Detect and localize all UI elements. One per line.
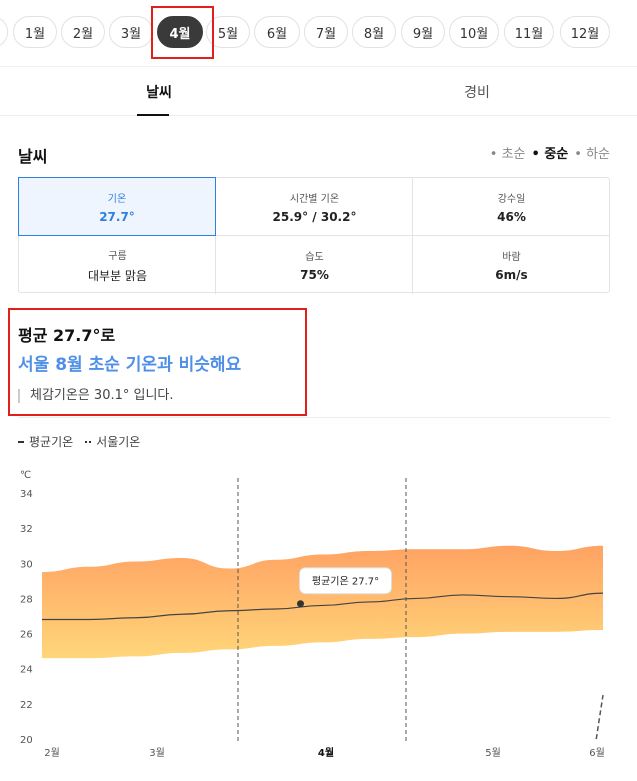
- stat-value: 46%: [497, 210, 526, 224]
- solid-line-swatch: [18, 440, 24, 443]
- highlight-box-month: [151, 6, 214, 59]
- page: 1월 2월 3월 4월 5월 6월 7월 8월 9월 10월 11월 12월 날씨 경비 날씨 • 초…: [0, 0, 637, 781]
- active-tab-indicator: [137, 114, 169, 116]
- stat-label: 시간별 기온: [289, 194, 340, 205]
- weather-stats-grid: 기온 27.7° 시간별 기온 25.9° / 30.2° 강수일 46% 구름…: [18, 177, 610, 294]
- month-chip-3[interactable]: 3월: [109, 16, 153, 48]
- stat-value: 25.9° / 30.2°: [272, 210, 357, 224]
- y-axis-unit: ℃: [20, 470, 31, 481]
- chart-legend: 평균기온 서울기온: [18, 433, 140, 450]
- tab-expense[interactable]: 경비: [318, 67, 636, 117]
- highlight-box-summary: [8, 308, 307, 416]
- month-chip-1[interactable]: 1월: [13, 16, 57, 48]
- tooltip-point: [297, 600, 304, 608]
- y-tick-label: 26: [20, 630, 33, 641]
- stat-value: 27.7°: [99, 209, 135, 224]
- month-chip-9[interactable]: 9월: [401, 16, 445, 48]
- x-tick-label: 2월: [44, 747, 60, 759]
- stat-value: 대부분 맑음: [87, 268, 147, 283]
- month-chip-6[interactable]: 6월: [254, 16, 300, 48]
- temperature-chart: ℃ 34 32 30 28 26 24 22 20 평균기온 27.7° 2월 3월 4월 5월 6월: [20, 470, 605, 759]
- x-tick-label: 5월: [485, 747, 501, 759]
- y-tick-label: 32: [20, 524, 33, 535]
- tab-weather[interactable]: 날씨: [0, 67, 318, 117]
- month-chip-11[interactable]: 11월: [504, 16, 554, 48]
- y-tick-label: 34: [20, 489, 33, 500]
- stat-label: 습도: [305, 252, 324, 263]
- y-tick-label: 28: [20, 594, 33, 605]
- month-chip-10[interactable]: 10월: [449, 16, 499, 48]
- y-tick-label: 24: [20, 665, 33, 676]
- period-selector: • 초순 • 중순 • 하순: [490, 143, 610, 162]
- period-mid[interactable]: • 중순: [532, 143, 569, 162]
- stat-precipitation[interactable]: 강수일 46%: [413, 178, 610, 236]
- month-chip-2[interactable]: 2월: [61, 16, 105, 48]
- stat-humidity[interactable]: 습도 75%: [216, 236, 413, 294]
- divider: [18, 417, 610, 418]
- series-seoul-line: [595, 694, 604, 740]
- x-tick-label: 4월: [318, 747, 334, 759]
- y-tick-label: 20: [20, 735, 33, 746]
- legend-label: 평균기온: [29, 435, 74, 449]
- month-chip-7[interactable]: 7월: [304, 16, 348, 48]
- x-tick-label: 6월: [589, 747, 605, 759]
- stat-label: 구름: [108, 250, 127, 262]
- section-title: 날씨: [18, 147, 48, 166]
- y-tick-label: 22: [20, 700, 33, 711]
- stat-cloud[interactable]: 구름 대부분 맑음: [19, 236, 216, 294]
- legend-average: 평균기온: [18, 433, 73, 450]
- stat-value: 6m/s: [495, 268, 528, 282]
- stat-temperature[interactable]: 기온 27.7°: [18, 177, 216, 236]
- month-chip-8[interactable]: 8월: [352, 16, 396, 48]
- stat-value: 75%: [300, 268, 329, 282]
- stat-wind[interactable]: 바람 6m/s: [413, 236, 610, 294]
- temperature-range-band: [42, 545, 603, 659]
- month-chip-12[interactable]: 12월: [560, 16, 610, 48]
- y-tick-label: 30: [20, 559, 33, 570]
- month-chip-partial[interactable]: [0, 16, 8, 48]
- period-late[interactable]: • 하순: [574, 143, 610, 162]
- stat-label: 강수일: [497, 194, 526, 205]
- legend-seoul: 서울기온: [85, 433, 140, 450]
- tab-bar: 날씨 경비: [0, 66, 637, 116]
- stat-label: 바람: [502, 252, 521, 263]
- month-selector: 1월 2월 3월 4월 5월 6월 7월 8월 9월 10월 11월 12월: [0, 10, 637, 54]
- dotted-line-swatch: [85, 440, 92, 443]
- legend-label: 서울기온: [96, 435, 141, 449]
- period-early[interactable]: • 초순: [490, 143, 526, 162]
- stat-hourly-temperature[interactable]: 시간별 기온 25.9° / 30.2°: [216, 178, 413, 236]
- tooltip-label: 평균기온 27.7°: [312, 576, 379, 588]
- stat-label: 기온: [107, 193, 127, 205]
- x-tick-label: 3월: [149, 747, 165, 759]
